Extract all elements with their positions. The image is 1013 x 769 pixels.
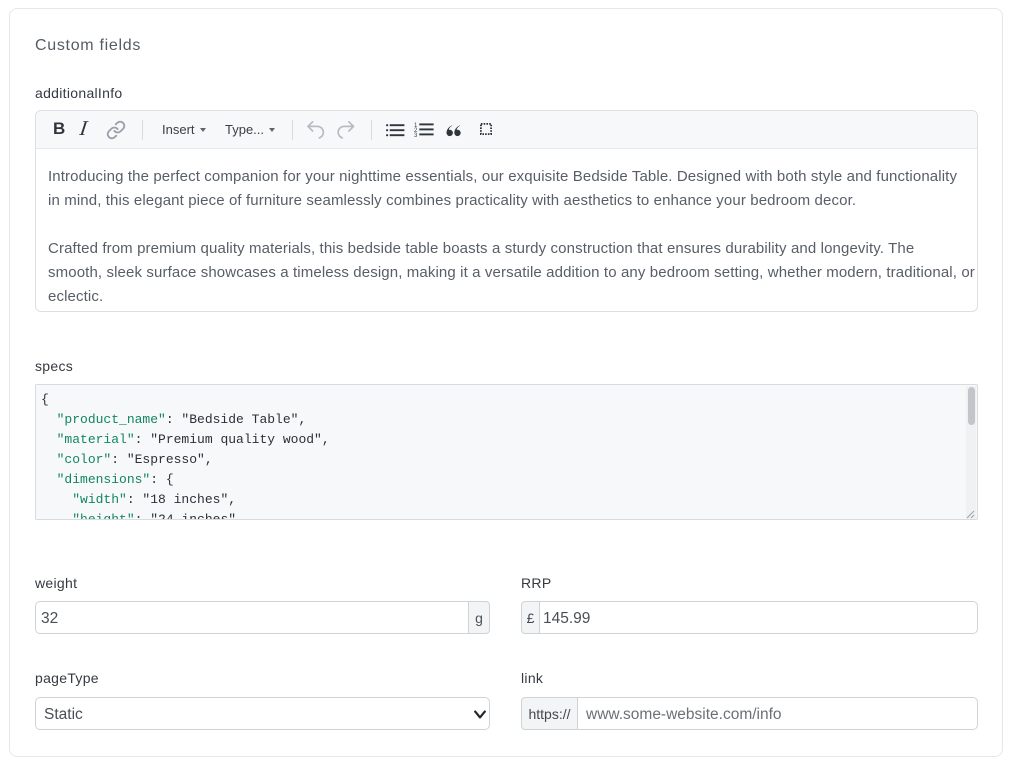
svg-text:3: 3 xyxy=(414,133,418,138)
